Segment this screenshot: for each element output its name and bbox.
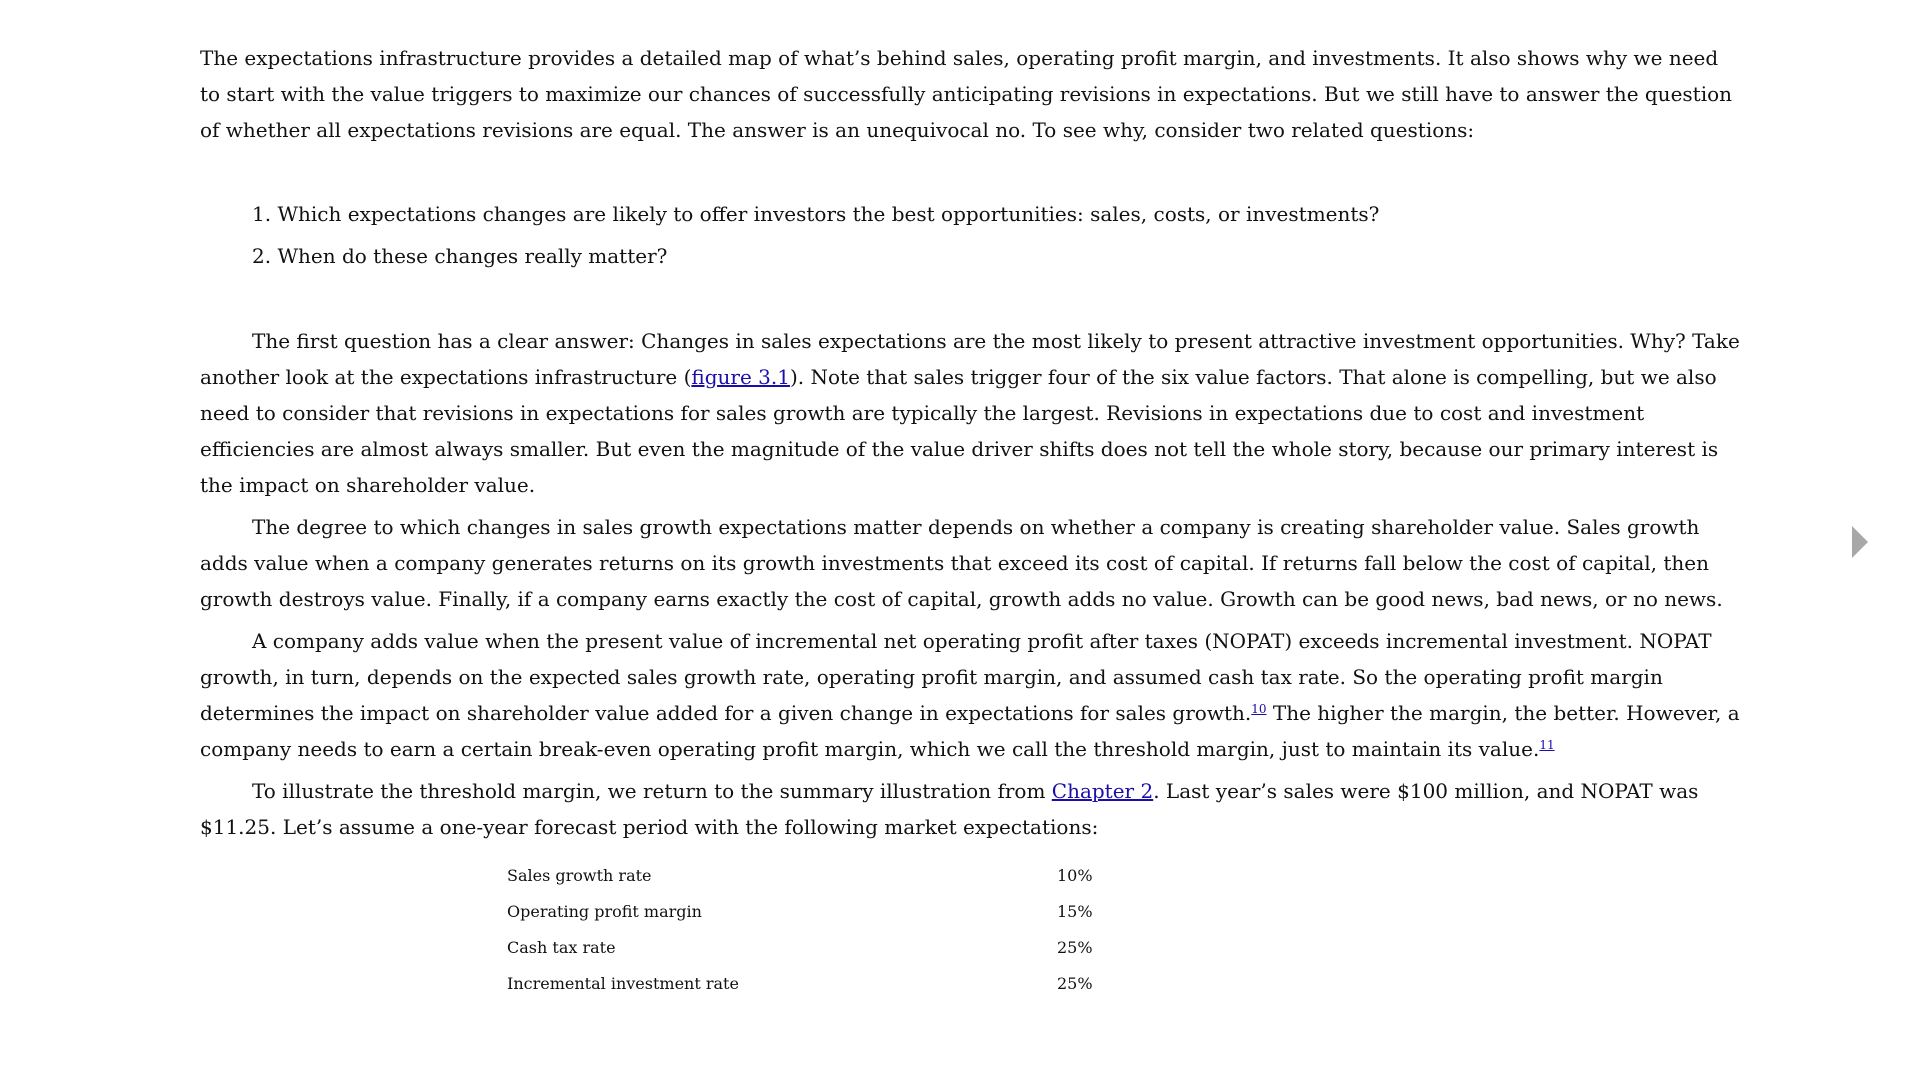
paragraph-threshold-margin: To illustrate the threshold margin, we r… bbox=[200, 773, 1740, 845]
table-cell-value: 25% bbox=[1057, 974, 1093, 993]
expectations-table: Sales growth rate 10% Operating profit m… bbox=[507, 858, 1093, 1002]
footnote-ref-11[interactable]: 11 bbox=[1539, 738, 1554, 752]
table-cell-value: 25% bbox=[1057, 938, 1093, 957]
paragraph-sales-expectations: The first question has a clear answer: C… bbox=[200, 323, 1740, 503]
intro-paragraph: The expectations infrastructure provides… bbox=[200, 46, 1733, 142]
next-page-arrow-icon[interactable] bbox=[1852, 526, 1868, 558]
table-row: Sales growth rate 10% bbox=[507, 858, 1093, 894]
table-row: Operating profit margin 15% bbox=[507, 894, 1093, 930]
table-cell-label: Sales growth rate bbox=[507, 866, 652, 885]
table-cell-value: 10% bbox=[1057, 866, 1093, 885]
paragraph-nopat: A company adds value when the present va… bbox=[200, 623, 1740, 767]
chapter-2-link[interactable]: Chapter 2 bbox=[1052, 779, 1153, 803]
paragraph-sales-growth: The degree to which changes in sales gro… bbox=[200, 515, 1723, 611]
footnote-ref-10[interactable]: 10 bbox=[1251, 702, 1266, 716]
list-item-text: Which expectations changes are likely to… bbox=[277, 202, 1380, 226]
list-item-number: 2. bbox=[252, 244, 272, 268]
questions-list: 1. Which expectations changes are likely… bbox=[200, 196, 1740, 274]
table-cell-label: Cash tax rate bbox=[507, 938, 616, 957]
table-row: Incremental investment rate 25% bbox=[507, 966, 1093, 1002]
figure-3-1-link[interactable]: figure 3.1 bbox=[691, 365, 790, 389]
footnote-link[interactable]: 10 bbox=[1251, 702, 1266, 716]
table-cell-label: Incremental investment rate bbox=[507, 974, 739, 993]
list-item-text: When do these changes really matter? bbox=[277, 244, 668, 268]
footnote-link[interactable]: 11 bbox=[1539, 738, 1554, 752]
list-item-number: 1. bbox=[252, 202, 272, 226]
list-item: 1. Which expectations changes are likely… bbox=[252, 196, 1740, 232]
table-cell-label: Operating profit margin bbox=[507, 902, 702, 921]
table-cell-value: 15% bbox=[1057, 902, 1093, 921]
table-row: Cash tax rate 25% bbox=[507, 930, 1093, 966]
list-item: 2. When do these changes really matter? bbox=[252, 238, 1740, 274]
page-content: The expectations infrastructure provides… bbox=[200, 40, 1740, 851]
paragraph-text: To illustrate the threshold margin, we r… bbox=[252, 779, 1052, 803]
